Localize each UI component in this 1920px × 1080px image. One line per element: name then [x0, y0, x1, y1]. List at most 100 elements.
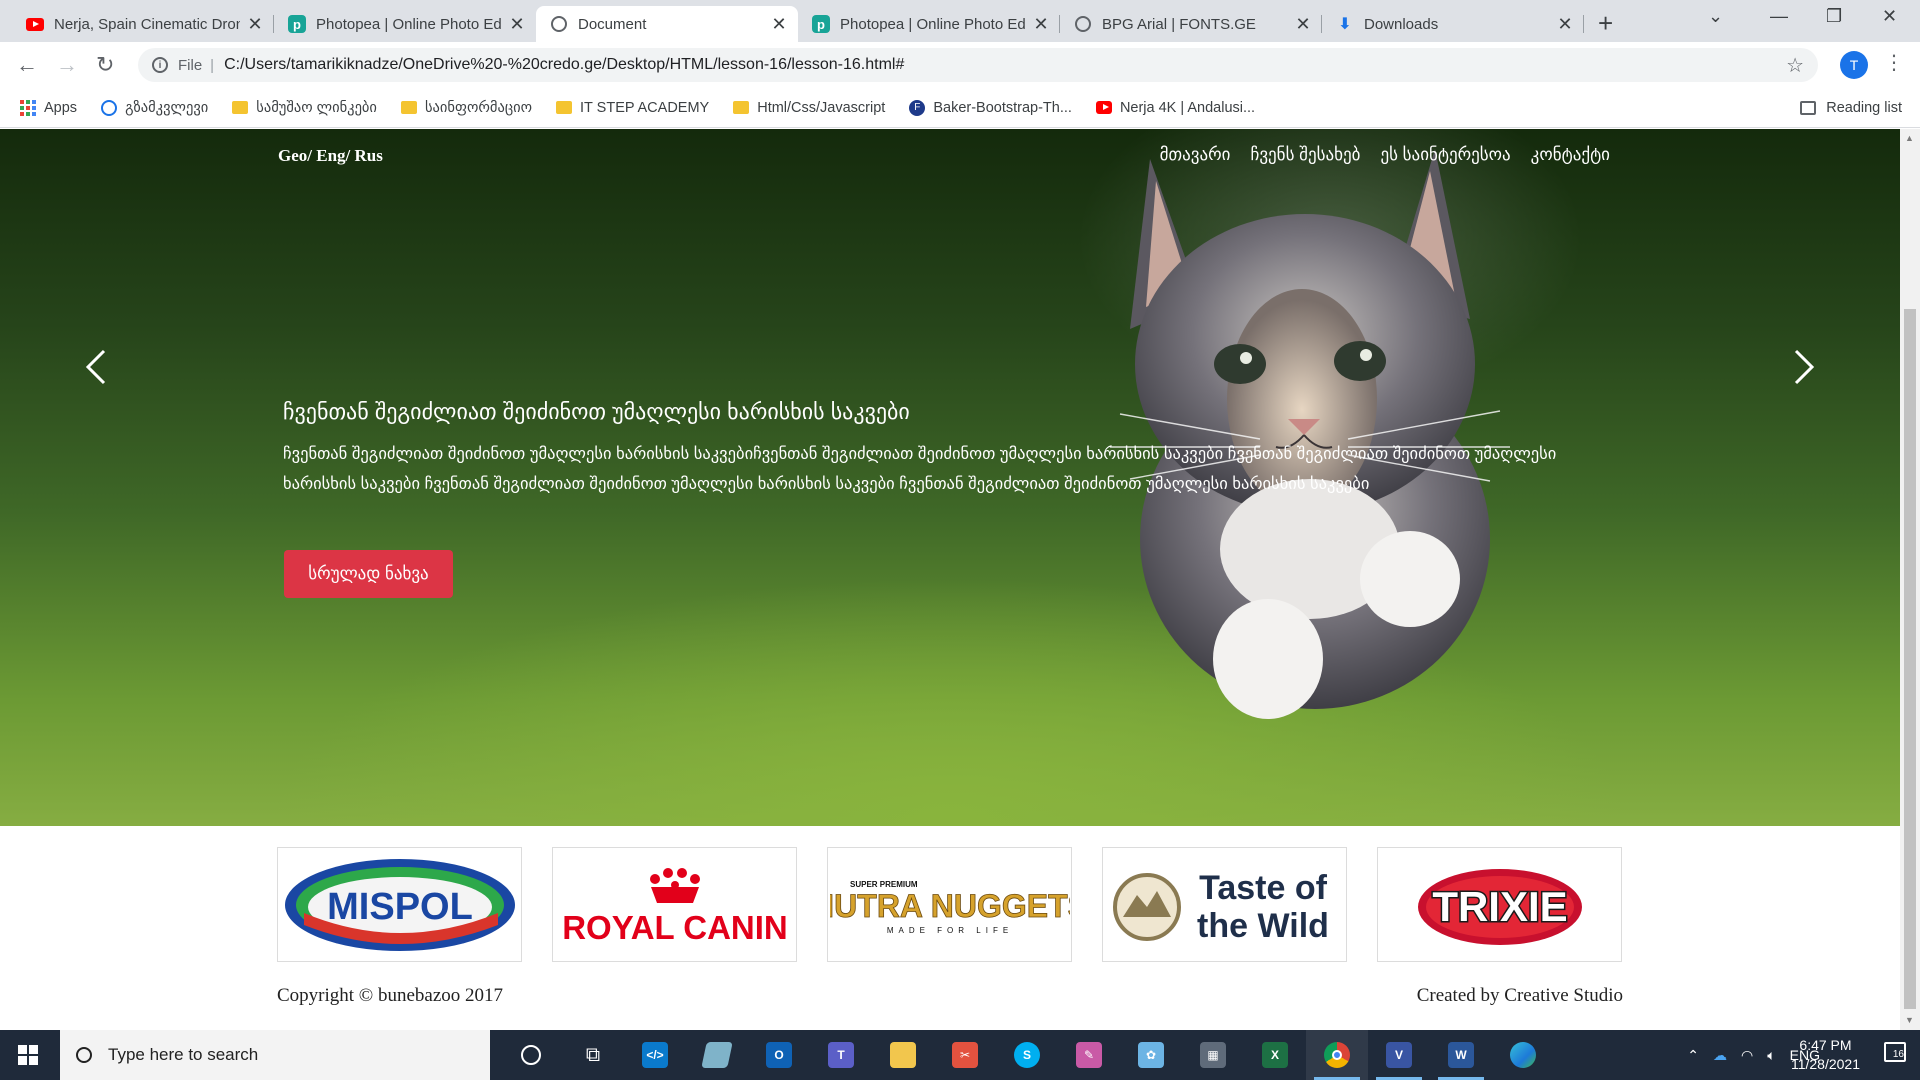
info-icon[interactable]: i	[152, 57, 168, 73]
forward-icon[interactable]: →	[56, 52, 78, 78]
folder-icon	[400, 101, 417, 114]
youtube-icon	[1095, 100, 1112, 116]
bookmark-star-icon[interactable]: ☆	[1786, 53, 1804, 78]
bookmark-label: Baker-Bootstrap-Th...	[933, 99, 1072, 116]
new-tab-button[interactable]: +	[1598, 8, 1613, 39]
cortana-icon[interactable]	[500, 1030, 562, 1080]
tray-overflow-icon[interactable]: ⌃	[1687, 1047, 1699, 1064]
brand-nutra-nuggets[interactable]: SUPER PREMIUM NUTRA NUGGETS MADE FOR LIF…	[827, 847, 1072, 962]
close-tab-icon[interactable]: ✕	[1032, 14, 1050, 35]
close-tab-icon[interactable]: ✕	[246, 14, 264, 35]
vscode-icon[interactable]: </>	[624, 1030, 686, 1080]
carousel-prev-icon[interactable]	[84, 347, 108, 387]
bookmark-html-css-js[interactable]: Html/Css/Javascript	[733, 100, 885, 116]
url-text[interactable]: C:/Users/tamarikiknadze/OneDrive%20-%20c…	[224, 56, 904, 74]
close-tab-icon[interactable]: ✕	[1556, 14, 1574, 35]
url-divider: |	[210, 56, 215, 74]
close-tab-icon[interactable]: ✕	[770, 14, 788, 35]
tab-downloads[interactable]: ⬇ Downloads ✕	[1322, 6, 1584, 42]
close-tab-icon[interactable]: ✕	[1294, 14, 1312, 35]
nav-about[interactable]: ჩვენს შესახებ	[1250, 145, 1360, 165]
taskbar-search[interactable]: Type here to search	[60, 1030, 490, 1080]
scrollbar-thumb[interactable]	[1904, 309, 1916, 1009]
tab-photopea-2[interactable]: p Photopea | Online Photo Editor ✕	[798, 6, 1060, 42]
nav-contact[interactable]: კონტაქტი	[1531, 145, 1610, 165]
tab-search-icon[interactable]: ⌄	[1708, 6, 1723, 27]
bookmark-work-links[interactable]: სამუშაო ლინკები	[232, 100, 377, 116]
tab-photopea-1[interactable]: p Photopea | Online Photo Editor ✕	[274, 6, 536, 42]
paint3d-icon[interactable]: ✎	[1058, 1030, 1120, 1080]
bookmark-apps[interactable]: Apps	[20, 99, 77, 116]
language-switcher[interactable]: Geo/ Eng/ Rus	[278, 146, 383, 166]
windows-start-icon[interactable]	[18, 1045, 38, 1065]
youtube-icon	[26, 15, 44, 33]
reload-icon[interactable]: ↻	[96, 52, 114, 78]
tab-nerja[interactable]: Nerja, Spain Cinematic Drone ✕	[12, 6, 274, 42]
url-scheme: File	[178, 56, 203, 74]
nav-home[interactable]: მთავარი	[1160, 145, 1231, 165]
folder-icon	[556, 101, 573, 114]
globe-icon	[101, 99, 118, 116]
tab-document[interactable]: Document ✕	[536, 6, 798, 42]
excel-icon[interactable]: X	[1244, 1030, 1306, 1080]
reading-list-label: Reading list	[1826, 99, 1902, 116]
page-scrollbar[interactable]: ▲ ▼	[1900, 129, 1920, 1030]
brand-trixie[interactable]: TRIXIE	[1377, 847, 1622, 962]
visio-icon[interactable]: V	[1368, 1030, 1430, 1080]
taskbar-apps: ⧉ </> O T ✂ S ✎ ✿ ▦ X V W	[500, 1030, 1554, 1080]
royal-canin-logo: ROYAL CANIN	[562, 867, 787, 946]
paint-icon[interactable]: ✿	[1120, 1030, 1182, 1080]
taskbar-clock[interactable]: 6:47 PM 11/28/2021	[1791, 1036, 1860, 1074]
skype-icon[interactable]: S	[996, 1030, 1058, 1080]
search-placeholder: Type here to search	[108, 1045, 259, 1064]
minimize-icon[interactable]: —	[1770, 6, 1788, 27]
chrome-icon[interactable]	[1306, 1030, 1368, 1080]
profile-avatar[interactable]: T	[1840, 51, 1868, 79]
back-icon[interactable]: ←	[16, 52, 38, 78]
hero-heading: ჩვენთან შეგიძლიათ შეიძინოთ უმაღლესი ხარი…	[283, 399, 910, 424]
calculator-icon[interactable]: ▦	[1182, 1030, 1244, 1080]
task-view-icon[interactable]: ⧉	[562, 1030, 624, 1080]
page-viewport: Geo/ Eng/ Rus მთავარი ჩვენს შესახებ ეს ს…	[0, 129, 1900, 1030]
close-window-icon[interactable]: ✕	[1882, 6, 1897, 27]
edge-icon[interactable]	[1492, 1030, 1554, 1080]
tab-bpg-arial[interactable]: BPG Arial | FONTS.GE ✕	[1060, 6, 1322, 42]
brand-mispol[interactable]: MISPOL	[277, 847, 522, 962]
snipping-tool-icon[interactable]: ✂	[934, 1030, 996, 1080]
teams-icon[interactable]: T	[810, 1030, 872, 1080]
taste-of-the-wild-logo: Taste of the Wild	[1112, 869, 1328, 945]
bookmark-label: გზამკვლევი	[125, 99, 209, 116]
bookmark-guide[interactable]: გზამკვლევი	[101, 99, 209, 116]
hero-caption: ჩვენთან შეგიძლიათ შეიძინოთ უმაღლესი ხარი…	[283, 399, 1623, 499]
outlook-icon[interactable]: O	[748, 1030, 810, 1080]
address-bar[interactable]: i File | C:/Users/tamarikiknadze/OneDriv…	[138, 48, 1818, 82]
folder-icon	[733, 101, 750, 114]
reading-list[interactable]: Reading list	[1800, 100, 1902, 116]
brand-royal-canin[interactable]: ROYAL CANIN	[552, 847, 797, 962]
nav-interesting[interactable]: ეს საინტერესოა	[1380, 145, 1510, 165]
bookmark-nerja[interactable]: Nerja 4K | Andalusi...	[1095, 100, 1255, 116]
restore-icon[interactable]: ❐	[1826, 6, 1842, 27]
notifications-icon[interactable]: 16	[1884, 1042, 1906, 1062]
bookmark-baker[interactable]: F Baker-Bootstrap-Th...	[909, 99, 1072, 116]
bookmark-label: IT STEP ACADEMY	[580, 99, 710, 116]
notes-icon[interactable]	[686, 1030, 748, 1080]
wifi-icon[interactable]: ◠	[1741, 1047, 1753, 1064]
menu-icon[interactable]: ⋮	[1884, 50, 1904, 75]
scroll-down-icon[interactable]: ▼	[1905, 1015, 1914, 1025]
bookmark-label: სამუშაო ლინკები	[256, 99, 377, 116]
carousel-next-icon[interactable]	[1792, 347, 1816, 387]
scroll-up-icon[interactable]: ▲	[1905, 133, 1914, 143]
bookmark-info[interactable]: საინფორმაციო	[400, 100, 532, 116]
close-tab-icon[interactable]: ✕	[508, 14, 526, 35]
word-icon[interactable]: W	[1430, 1030, 1492, 1080]
volume-icon[interactable]: 🔈︎	[1767, 1047, 1775, 1064]
windows-taskbar: Type here to search ⧉ </> O T ✂ S ✎ ✿ ▦ …	[0, 1030, 1920, 1080]
clock-time: 6:47 PM	[1799, 1037, 1852, 1053]
view-more-button[interactable]: სრულად ნახვა	[284, 550, 453, 598]
brand-taste-of-the-wild[interactable]: Taste of the Wild	[1102, 847, 1347, 962]
onedrive-icon[interactable]: ☁	[1713, 1047, 1727, 1064]
file-explorer-icon[interactable]	[872, 1030, 934, 1080]
apps-grid-icon	[20, 99, 36, 116]
bookmark-it-step[interactable]: IT STEP ACADEMY	[556, 100, 709, 116]
